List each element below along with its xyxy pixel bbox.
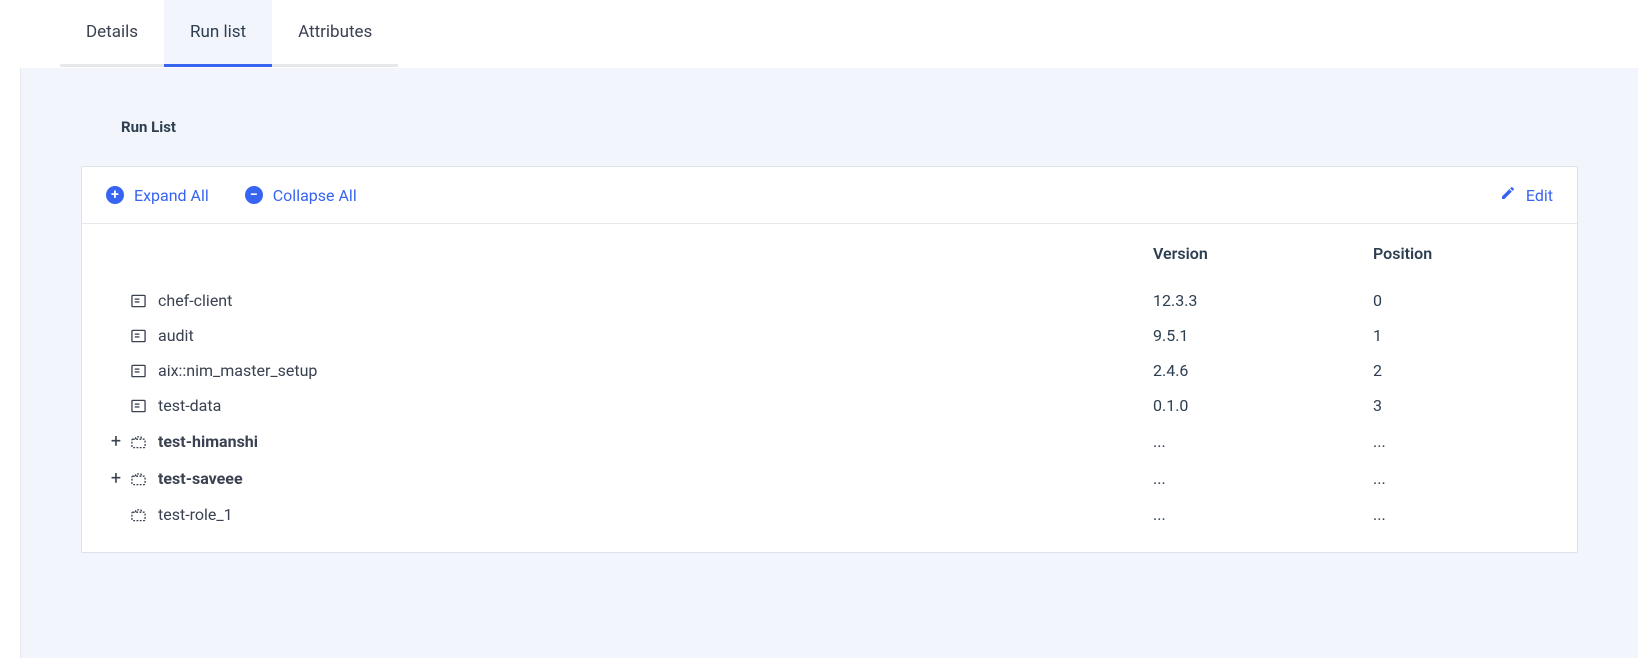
row-name-cell: + test-saveee: [106, 468, 1153, 489]
role-icon: [130, 472, 146, 486]
card-toolbar: + Expand All − Collapse All Edit: [82, 167, 1577, 224]
expand-toggle[interactable]: +: [106, 468, 126, 489]
row-name-cell: chef-client: [106, 291, 1153, 310]
section-title: Run List: [121, 118, 1578, 136]
row-version: ...: [1153, 432, 1373, 451]
row-name: chef-client: [158, 291, 232, 310]
collapse-all-label: Collapse All: [273, 186, 357, 205]
row-position: ...: [1373, 505, 1553, 524]
expand-all-label: Expand All: [134, 186, 209, 205]
content-area: Run List + Expand All − Collapse All Edi…: [20, 68, 1638, 658]
row-name: test-data: [158, 396, 221, 415]
table-row: chef-client 12.3.30: [106, 283, 1553, 318]
table-row: test-data 0.1.03: [106, 388, 1553, 423]
row-name-cell: + test-himanshi: [106, 431, 1153, 452]
row-name-cell: test-role_1: [106, 505, 1153, 524]
row-name: test-saveee: [158, 469, 243, 488]
row-name: test-himanshi: [158, 432, 258, 451]
row-name: audit: [158, 326, 194, 345]
collapse-all-button[interactable]: − Collapse All: [245, 186, 357, 205]
edit-label: Edit: [1526, 186, 1553, 205]
row-version: 12.3.3: [1153, 291, 1373, 310]
recipe-icon: [130, 329, 146, 343]
table-body: chef-client 12.3.30audit 9.5.11aix::nim_ma…: [82, 277, 1577, 552]
row-version: 2.4.6: [1153, 361, 1373, 380]
column-header-version: Version: [1153, 244, 1373, 263]
table-header: Version Position: [82, 224, 1577, 277]
row-position: ...: [1373, 469, 1553, 488]
row-version: ...: [1153, 505, 1373, 524]
recipe-icon: [130, 399, 146, 413]
pencil-icon: [1500, 185, 1516, 205]
row-position: 2: [1373, 361, 1553, 380]
minus-circle-icon: −: [245, 186, 263, 204]
expand-all-button[interactable]: + Expand All: [106, 186, 209, 205]
tab-details[interactable]: Details: [60, 0, 164, 67]
plus-circle-icon: +: [106, 186, 124, 204]
column-header-position: Position: [1373, 244, 1553, 263]
edit-button[interactable]: Edit: [1500, 185, 1553, 205]
row-name: test-role_1: [158, 505, 233, 524]
table-row: aix::nim_master_setup 2.4.62: [106, 353, 1553, 388]
row-name-cell: aix::nim_master_setup: [106, 361, 1153, 380]
tab-attributes[interactable]: Attributes: [272, 0, 398, 67]
table-row: + test-himanshi......: [106, 423, 1553, 460]
recipe-icon: [130, 364, 146, 378]
row-position: 1: [1373, 326, 1553, 345]
role-icon: [130, 435, 146, 449]
role-icon: [130, 508, 146, 522]
row-position: 0: [1373, 291, 1553, 310]
recipe-icon: [130, 294, 146, 308]
row-name-cell: test-data: [106, 396, 1153, 415]
row-position: ...: [1373, 432, 1553, 451]
row-version: ...: [1153, 469, 1373, 488]
table-row: test-role_1......: [106, 497, 1553, 532]
row-version: 0.1.0: [1153, 396, 1373, 415]
tabs-bar: Details Run list Attributes: [0, 0, 1638, 68]
row-version: 9.5.1: [1153, 326, 1373, 345]
table-row: audit 9.5.11: [106, 318, 1553, 353]
row-position: 3: [1373, 396, 1553, 415]
row-name: aix::nim_master_setup: [158, 361, 317, 380]
column-header-name: [106, 244, 1153, 263]
row-name-cell: audit: [106, 326, 1153, 345]
run-list-card: + Expand All − Collapse All Edit Version…: [81, 166, 1578, 553]
tab-run-list[interactable]: Run list: [164, 0, 272, 67]
table-row: + test-saveee......: [106, 460, 1553, 497]
expand-toggle[interactable]: +: [106, 431, 126, 452]
